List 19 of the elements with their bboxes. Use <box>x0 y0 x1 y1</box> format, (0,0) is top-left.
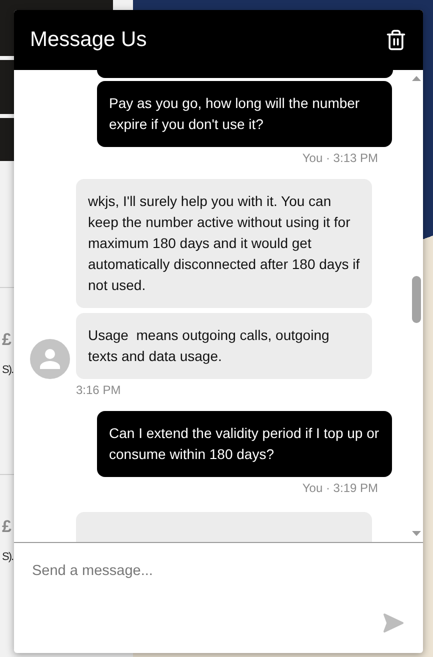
message-bubble: Usage means outgoing calls, outgoing texts and data usage. <box>76 313 372 379</box>
message-bubble: Can I extend the validity period if I top up or consume within 180 days? <box>97 411 392 477</box>
message-time: 3:16 PM <box>76 383 121 397</box>
scroll-down-icon[interactable] <box>412 531 420 536</box>
window-title: Message Us <box>30 28 147 52</box>
message-input[interactable]: Send a message... <box>32 563 405 579</box>
scroll-up-icon[interactable] <box>412 76 420 81</box>
message-bubble: Pay as you go, how long will the number expire if you don't use it? <box>97 81 392 147</box>
message-bubble: wkjs, I'll surely help you with it. You can keep the number active without using it for maximum 180 days and it would get automatically disconnected after 180 days if not used. <box>76 179 372 308</box>
message-time: You · 3:19 PM <box>302 481 378 495</box>
price-text: £ <box>2 516 12 537</box>
avatar-icon <box>30 339 70 379</box>
note-text: S). <box>2 550 14 563</box>
scrollbar-thumb[interactable] <box>412 276 420 323</box>
delete-button[interactable] <box>385 29 407 51</box>
send-button[interactable] <box>381 611 405 635</box>
note-text: S). <box>2 364 14 376</box>
message-time: You · 3:13 PM <box>302 151 378 165</box>
price-text: £ <box>2 330 12 350</box>
